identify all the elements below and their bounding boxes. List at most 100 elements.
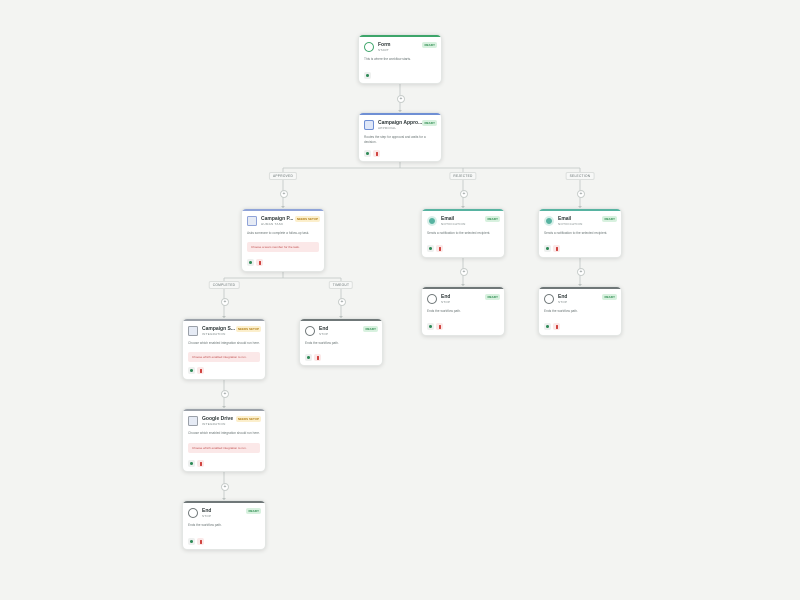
status-badge: READY (246, 508, 261, 514)
delete-button[interactable] (373, 150, 380, 157)
node-type: START (378, 48, 390, 52)
status-badge: READY (602, 216, 617, 222)
settings-button[interactable] (188, 367, 195, 374)
add-step-button[interactable]: + (221, 483, 229, 491)
workflow-node-approval[interactable]: Campaign Appro... APPROVAL READY Routes the… (358, 112, 442, 162)
node-header: Form START READY (364, 42, 437, 56)
settings-button[interactable] (305, 354, 312, 361)
workflow-node-task[interactable]: Campaign P... HUMAN TASK NEEDS SETUP Asks s… (241, 208, 325, 272)
node-header: Email NOTIFICATION READY (544, 216, 617, 230)
setup-warning[interactable]: Choose which enabled integration to run. (188, 352, 260, 362)
add-step-button[interactable]: + (221, 390, 229, 398)
delete-button[interactable] (197, 538, 204, 545)
workflow-node-email2[interactable]: Email NOTIFICATION READY Sends a notificati… (538, 208, 622, 258)
node-type: HUMAN TASK (261, 222, 284, 226)
node-description: Choose which enabled integration should … (188, 341, 260, 345)
document-icon (188, 326, 198, 336)
workflow-node-email1[interactable]: Email NOTIFICATION READY Sends a notificati… (421, 208, 505, 258)
node-accent-bar (422, 209, 504, 211)
end-icon (427, 294, 437, 304)
settings-button[interactable] (364, 72, 371, 79)
node-type: STOP (441, 300, 451, 304)
edge-label-timeout: TIMEOUT (328, 281, 354, 289)
node-header: Google Drive INTEGRATION NEEDS SETUP (188, 416, 261, 430)
add-step-button[interactable]: + (460, 190, 468, 198)
setup-warning[interactable]: Choose a team member for the task. (247, 242, 319, 252)
edge-label-completed: COMPLETED (208, 281, 240, 289)
status-badge: READY (602, 294, 617, 300)
add-step-button[interactable]: + (460, 268, 468, 276)
workflow-node-end_timeout[interactable]: End STOP READY Ends the workflow path. (299, 318, 383, 366)
delete-button[interactable] (197, 460, 204, 467)
edge-line (462, 258, 581, 286)
edge-layer (222, 84, 582, 500)
node-type: APPROVAL (378, 126, 397, 130)
node-type: STOP (202, 514, 212, 518)
add-step-button[interactable]: + (577, 190, 585, 198)
settings-button[interactable] (544, 323, 551, 330)
delete-button[interactable] (553, 323, 560, 330)
node-description: Ends the workflow path. (188, 523, 222, 527)
node-header: Campaign Appro... APPROVAL READY (364, 120, 437, 134)
settings-button[interactable] (188, 460, 195, 467)
node-description: This is where the workflow starts. (364, 57, 411, 61)
add-step-button[interactable]: + (280, 190, 288, 198)
node-accent-bar (422, 287, 504, 289)
node-header: Campaign S... INTEGRATION NEEDS SETUP (188, 326, 261, 340)
node-description: Sends a notification to the selected rec… (427, 231, 491, 235)
workflow-node-gdrive[interactable]: Google Drive INTEGRATION NEEDS SETUP Choose… (182, 408, 266, 472)
approval-icon (364, 120, 374, 130)
delete-button[interactable] (256, 259, 263, 266)
settings-button[interactable] (544, 245, 551, 252)
settings-button[interactable] (427, 245, 434, 252)
settings-button[interactable] (364, 150, 371, 157)
node-description: Ends the workflow path. (427, 309, 461, 313)
status-badge: READY (422, 120, 437, 126)
workflow-node-end_e2[interactable]: End STOP READY Ends the workflow path. (538, 286, 622, 336)
node-description: Sends a notification to the selected rec… (544, 231, 608, 235)
status-badge: NEEDS SETUP (235, 416, 261, 422)
delete-button[interactable] (436, 323, 443, 330)
node-description: Ends the workflow path. (544, 309, 578, 313)
end-icon (188, 508, 198, 518)
document-icon (188, 416, 198, 426)
end-icon (544, 294, 554, 304)
node-header: End STOP READY (544, 294, 617, 308)
status-badge: READY (363, 326, 378, 332)
workflow-node-end_final[interactable]: End STOP READY Ends the workflow path. (182, 500, 266, 550)
add-step-button[interactable]: + (338, 298, 346, 306)
node-accent-bar (242, 209, 324, 211)
node-accent-bar (183, 319, 265, 321)
node-type: STOP (558, 300, 568, 304)
add-step-button[interactable]: + (221, 298, 229, 306)
delete-button[interactable] (197, 367, 204, 374)
workflow-canvas[interactable]: APPROVED REJECTED SELECTION COMPLETED TI… (0, 0, 800, 600)
settings-button[interactable] (427, 323, 434, 330)
node-accent-bar (300, 319, 382, 321)
settings-button[interactable] (247, 259, 254, 266)
node-accent-bar (359, 113, 441, 115)
add-step-button[interactable]: + (577, 268, 585, 276)
status-badge: NEEDS SETUP (235, 326, 261, 332)
node-description: Routes the step for approval and waits f… (364, 135, 426, 144)
workflow-node-form[interactable]: Form START READY This is where the workflow… (358, 34, 442, 84)
setup-warning[interactable]: Choose which enabled integration to run. (188, 443, 260, 453)
status-badge: NEEDS SETUP (294, 216, 320, 222)
workflow-node-sheet[interactable]: Campaign S... INTEGRATION NEEDS SETUP Choos… (182, 318, 266, 380)
settings-button[interactable] (188, 538, 195, 545)
node-accent-bar (183, 409, 265, 411)
edge-label-rejected: REJECTED (449, 172, 477, 180)
node-accent-bar (359, 35, 441, 37)
edge-line (223, 272, 342, 318)
edge-label-selection: SELECTION (565, 172, 595, 180)
delete-button[interactable] (314, 354, 321, 361)
node-header: Campaign P... HUMAN TASK NEEDS SETUP (247, 216, 320, 230)
workflow-node-end_e1[interactable]: End STOP READY Ends the workflow path. (421, 286, 505, 336)
add-step-button[interactable]: + (397, 95, 405, 103)
node-header: End STOP READY (427, 294, 500, 308)
status-badge: READY (422, 42, 437, 48)
node-header: End STOP READY (305, 326, 378, 340)
node-type: INTEGRATION (202, 332, 226, 336)
delete-button[interactable] (436, 245, 443, 252)
delete-button[interactable] (553, 245, 560, 252)
